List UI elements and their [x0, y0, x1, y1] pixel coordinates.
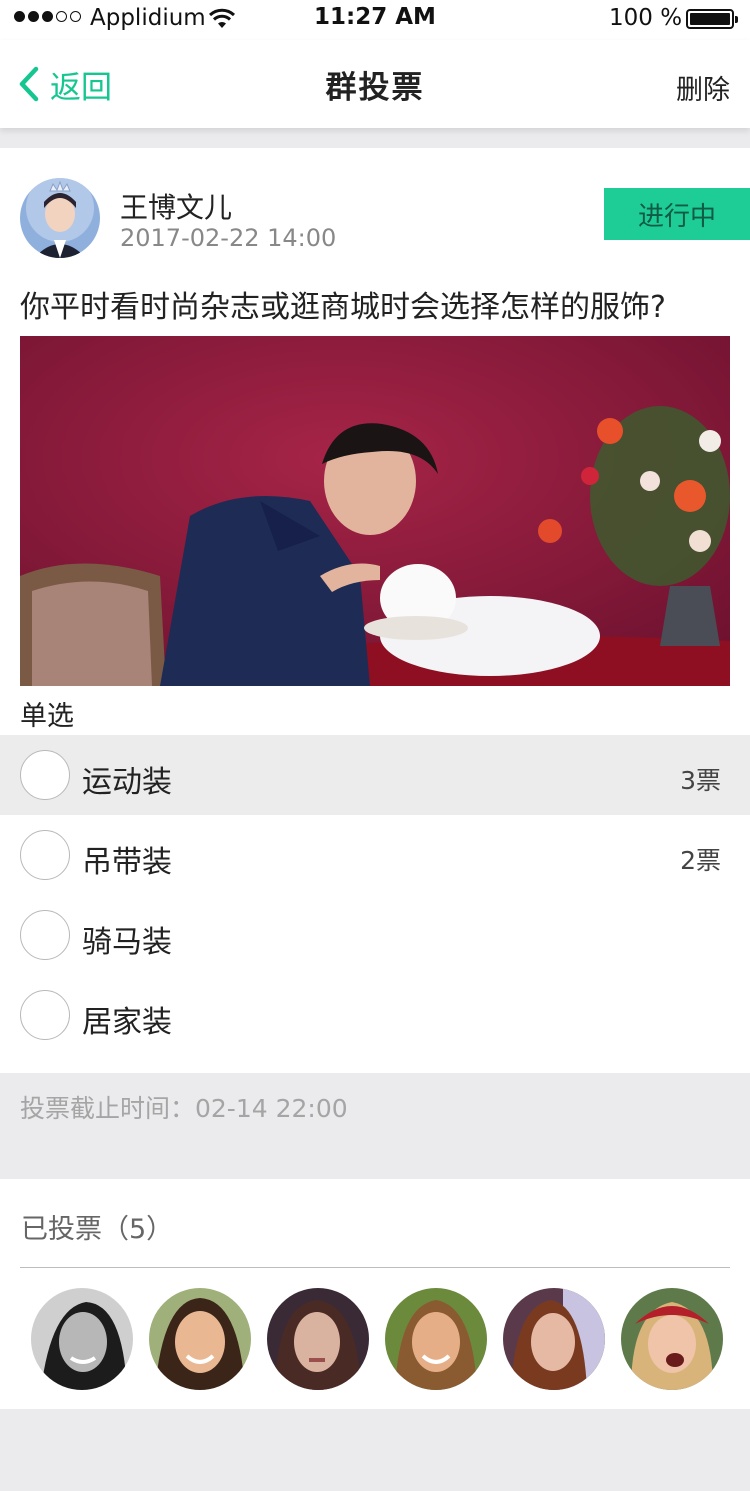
poll-card: 王博文儿 2017-02-22 14:00 进行中 你平时看时尚杂志或逛商城时会…	[0, 148, 750, 1073]
page-title: 群投票	[325, 70, 425, 106]
nav-bar: 返回 群投票 删除	[0, 40, 750, 128]
radio-button[interactable]	[20, 990, 70, 1040]
voter-avatar[interactable]	[149, 1288, 251, 1390]
voter-avatar[interactable]	[267, 1288, 369, 1390]
option-label: 骑马装	[82, 925, 172, 960]
poll-option[interactable]: 居家装	[0, 975, 750, 1055]
option-label: 吊带装	[82, 845, 172, 880]
voters-title: 已投票（5）	[21, 1214, 174, 1245]
poll-options: 运动装 3票 吊带装 2票 骑马装 居家装	[0, 735, 750, 1055]
voter-avatar-list	[31, 1288, 723, 1390]
voter-avatar[interactable]	[621, 1288, 723, 1390]
author-name: 王博文儿	[120, 191, 233, 224]
poll-question: 你平时看时尚杂志或逛商城时会选择怎样的服饰?	[20, 290, 666, 325]
radio-button[interactable]	[20, 750, 70, 800]
deadline-text: 投票截止时间：02-14 22:00	[20, 1094, 348, 1123]
deadline-section: 投票截止时间：02-14 22:00	[0, 1073, 750, 1179]
battery-icon	[686, 9, 738, 29]
option-label: 居家装	[82, 1005, 172, 1040]
radio-button[interactable]	[20, 830, 70, 880]
author-avatar[interactable]	[20, 178, 100, 258]
option-vote-count: 2票	[680, 846, 721, 875]
divider	[20, 1267, 730, 1268]
voters-section: 已投票（5）	[0, 1179, 750, 1409]
option-vote-count: 3票	[680, 766, 721, 795]
post-date: 2017-02-22 14:00	[120, 224, 337, 252]
voter-avatar[interactable]	[503, 1288, 605, 1390]
option-label: 运动装	[82, 765, 172, 800]
poll-option[interactable]: 骑马装	[0, 895, 750, 975]
radio-button[interactable]	[20, 910, 70, 960]
poll-option[interactable]: 吊带装 2票	[0, 815, 750, 895]
poll-option[interactable]: 运动装 3票	[0, 735, 750, 815]
delete-button[interactable]: 删除	[676, 68, 730, 107]
voter-avatar[interactable]	[31, 1288, 133, 1390]
battery-percent: 100 %	[609, 5, 683, 31]
vote-type-label: 单选	[20, 701, 74, 732]
status-badge: 进行中	[604, 188, 750, 240]
poll-photo	[20, 336, 730, 686]
status-bar: Applidium 11:27 AM 100 %	[0, 0, 750, 40]
voter-avatar[interactable]	[385, 1288, 487, 1390]
